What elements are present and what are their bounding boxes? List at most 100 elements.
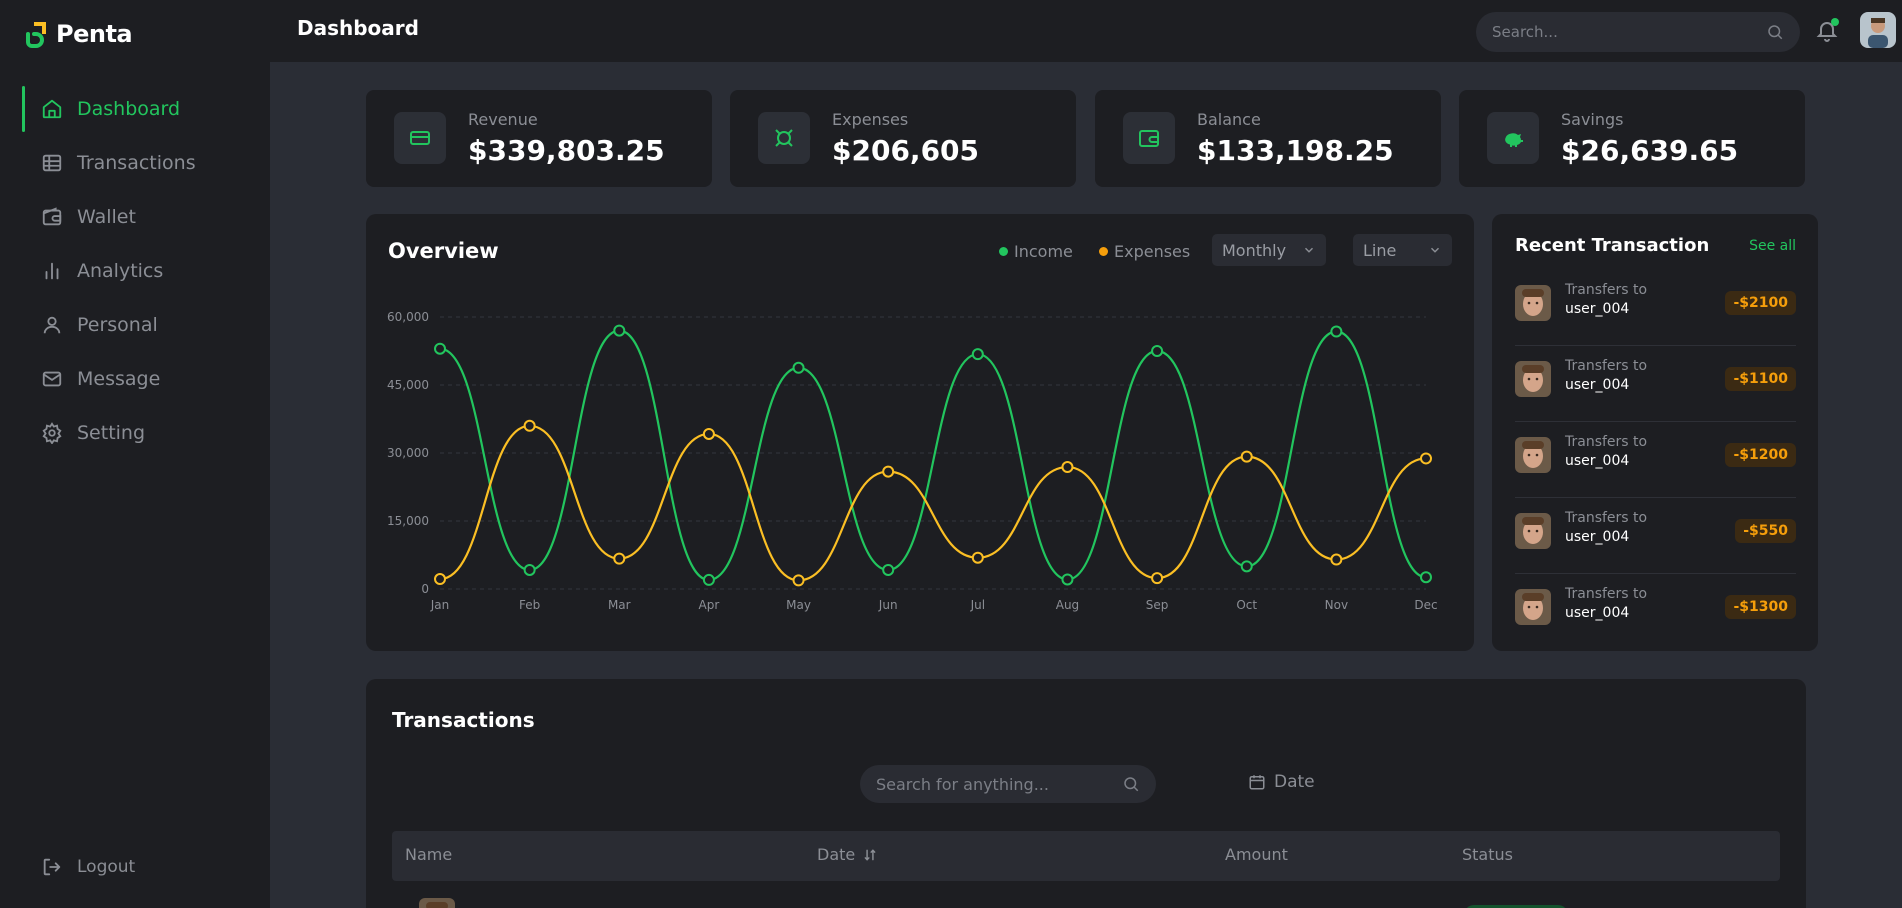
- x-tick-label: Sep: [1146, 598, 1169, 612]
- series-line-expenses: [439, 424, 1427, 582]
- recent-transaction-item[interactable]: Transfers to user_004 -$2100: [1515, 270, 1796, 346]
- bar-chart-icon: [41, 260, 63, 282]
- sidebar-item-wallet[interactable]: Wallet: [0, 190, 270, 244]
- logout-button[interactable]: Logout: [41, 856, 135, 878]
- data-point-income: [1061, 573, 1074, 586]
- transactions-search-input[interactable]: [876, 774, 1122, 794]
- x-tick-label: Aug: [1056, 598, 1079, 612]
- transaction-recipient: user_004: [1565, 605, 1630, 621]
- chart-type-value: Line: [1363, 240, 1397, 260]
- logout-label: Logout: [77, 857, 136, 877]
- avatar: [1515, 513, 1551, 549]
- wallet-icon: [41, 206, 63, 228]
- transaction-amount: -$2100: [1725, 291, 1796, 315]
- transaction-amount: -$1100: [1725, 367, 1796, 391]
- notification-dot: [1831, 18, 1839, 26]
- transaction-recipient: user_004: [1565, 529, 1630, 545]
- data-point-expenses: [1420, 452, 1432, 465]
- sidebar-item-transactions[interactable]: Transactions: [0, 136, 270, 190]
- stat-label: Revenue: [468, 110, 538, 129]
- column-header-amount[interactable]: Amount: [1225, 845, 1288, 864]
- data-point-expenses: [434, 573, 446, 586]
- sidebar-item-personal[interactable]: Personal: [0, 298, 270, 352]
- revenue-card: Revenue $339,803.25: [366, 90, 712, 187]
- recent-transaction-item[interactable]: Transfers to user_004 -$1100: [1515, 346, 1796, 422]
- period-select-value: Monthly: [1222, 240, 1287, 260]
- logo-icon: [26, 22, 46, 48]
- date-filter-label: Date: [1274, 772, 1315, 792]
- sidebar-item-dashboard[interactable]: Dashboard: [0, 82, 270, 136]
- sidebar-item-label: Transactions: [77, 152, 196, 174]
- piggy-bank-icon: [1487, 112, 1539, 164]
- home-icon: [41, 98, 63, 120]
- column-header-date[interactable]: Date: [817, 845, 877, 864]
- date-filter-button[interactable]: Date: [1248, 772, 1315, 792]
- sidebar-item-label: Analytics: [77, 260, 164, 282]
- recent-transaction-item[interactable]: Transfers to user_004 -$550: [1515, 498, 1796, 574]
- x-tick-label: Mar: [608, 598, 631, 612]
- avatar: [1515, 589, 1551, 625]
- x-tick-label: Jul: [970, 598, 985, 612]
- x-tick-label: May: [786, 598, 811, 612]
- legend-dot: [999, 247, 1008, 256]
- transaction-type: Transfers to: [1565, 282, 1648, 298]
- see-all-link[interactable]: See all: [1749, 238, 1796, 254]
- sidebar-item-label: Setting: [77, 422, 146, 444]
- avatar[interactable]: [1860, 12, 1896, 48]
- sidebar-item-label: Message: [77, 368, 161, 390]
- period-select[interactable]: Monthly: [1212, 234, 1326, 266]
- column-header-status[interactable]: Status: [1462, 845, 1513, 864]
- transaction-type: Transfers to: [1565, 434, 1648, 450]
- transaction-amount: -$550: [1735, 519, 1796, 543]
- legend-label: Income: [1014, 242, 1073, 261]
- stat-label: Savings: [1561, 110, 1624, 129]
- sidebar-item-message[interactable]: Message: [0, 352, 270, 406]
- overview-title: Overview: [388, 239, 499, 263]
- recent-transaction-item[interactable]: Transfers to user_004 -$1300: [1515, 574, 1796, 650]
- savings-card: Savings $26,639.65: [1459, 90, 1805, 187]
- search-icon[interactable]: [1122, 775, 1140, 793]
- data-point-expenses: [702, 427, 715, 440]
- data-point-income: [523, 563, 536, 576]
- sidebar-item-setting[interactable]: Setting: [0, 406, 270, 460]
- transaction-amount: -$1200: [1725, 443, 1796, 467]
- logo[interactable]: Penta: [24, 20, 133, 48]
- transactions-search: [860, 765, 1156, 803]
- column-header-name[interactable]: Name: [405, 845, 452, 864]
- notification-button[interactable]: [1815, 18, 1841, 44]
- sidebar-item-label: Personal: [77, 314, 158, 336]
- y-tick-label: 60,000: [387, 310, 429, 324]
- transaction-type: Transfers to: [1565, 358, 1648, 374]
- data-point-income: [702, 573, 715, 586]
- stat-label: Balance: [1197, 110, 1261, 129]
- recent-transaction-item[interactable]: Transfers to user_004 -$1200: [1515, 422, 1796, 498]
- x-tick-label: Jan: [430, 598, 450, 612]
- chevron-down-icon: [1304, 247, 1314, 253]
- top-header: Dashboard: [270, 0, 1902, 62]
- mail-icon: [41, 368, 63, 390]
- avatar: [1515, 285, 1551, 321]
- chevron-down-icon: [1430, 247, 1440, 253]
- legend-expenses: Expenses: [1099, 242, 1190, 261]
- sidebar-item-analytics[interactable]: Analytics: [0, 244, 270, 298]
- stat-value: $133,198.25: [1197, 134, 1394, 167]
- stat-value: $339,803.25: [468, 134, 665, 167]
- global-search: [1476, 12, 1800, 52]
- search-input[interactable]: [1492, 23, 1766, 41]
- data-point-income: [613, 324, 626, 337]
- data-point-income: [971, 348, 984, 361]
- wallet-icon: [1123, 112, 1175, 164]
- data-point-income: [434, 342, 446, 355]
- search-icon[interactable]: [1766, 23, 1784, 41]
- x-tick-label: Jun: [878, 598, 898, 612]
- x-tick-label: Apr: [699, 598, 720, 612]
- transaction-type: Transfers to: [1565, 586, 1648, 602]
- table-header: Name Date Amount Status: [392, 831, 1780, 881]
- logo-text: Penta: [56, 20, 133, 48]
- calendar-icon: [1249, 775, 1265, 790]
- stat-value: $206,605: [832, 134, 980, 167]
- sort-icon[interactable]: [863, 848, 877, 862]
- chart-type-select[interactable]: Line: [1353, 234, 1452, 266]
- overview-chart: 0 15,000 30,000 45,000 60,000 Jan Feb Mar Apr May…: [387, 310, 1438, 612]
- x-tick-label: Feb: [519, 598, 540, 612]
